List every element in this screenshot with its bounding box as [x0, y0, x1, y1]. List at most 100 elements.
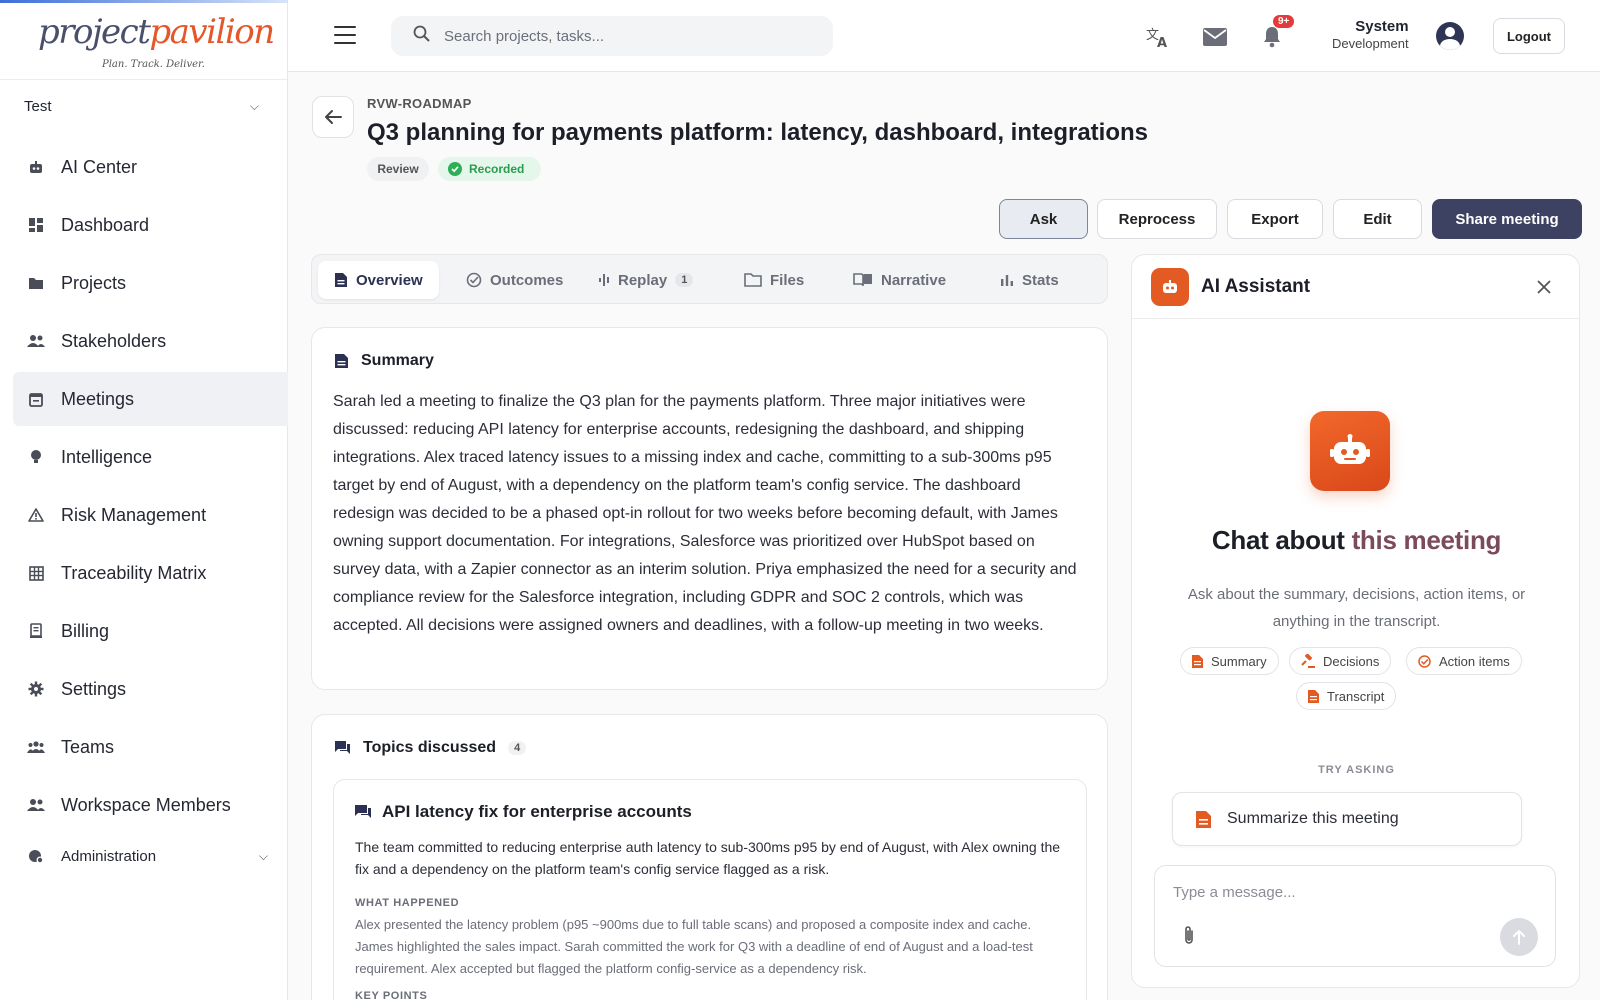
- svg-text:A: A: [1157, 36, 1167, 48]
- sidebar-item-label: Billing: [61, 620, 110, 641]
- admin-icon: [27, 847, 45, 865]
- arrow-left-icon: [325, 110, 342, 124]
- sidebar-item-label: Workspace Members: [61, 794, 231, 815]
- ai-assistant-panel: AI Assistant Chat about this meeting Ask…: [1131, 254, 1580, 988]
- calendar-icon: [27, 390, 45, 408]
- tab-replay[interactable]: Replay 1: [598, 261, 694, 299]
- book-icon: [853, 273, 873, 287]
- bell-icon[interactable]: 9+: [1259, 15, 1295, 50]
- topbar: 文A 9+ System Development Logout: [288, 0, 1600, 72]
- sidebar-item-label: Risk Management: [61, 504, 207, 525]
- sidebar-item-stakeholders[interactable]: Stakeholders: [13, 314, 288, 368]
- topic-title: API latency fix for enterprise accounts: [382, 802, 692, 821]
- summary-text: Sarah led a meeting to finalize the Q3 p…: [333, 393, 1077, 634]
- what-happened-text: Alex presented the latency problem (p95 …: [355, 917, 1033, 976]
- sidebar-item-label: Teams: [61, 736, 115, 757]
- key-points-label: KEY POINTS: [355, 990, 428, 1000]
- arrow-up-icon: [1513, 930, 1525, 945]
- topic-description: The team committed to reducing enterpris…: [355, 839, 1061, 877]
- ai-assistant-header: AI Assistant: [1132, 255, 1579, 319]
- team-icon: [27, 738, 45, 756]
- close-icon[interactable]: [1532, 275, 1556, 299]
- translate-icon[interactable]: 文A: [1145, 24, 1171, 50]
- search-input[interactable]: [444, 27, 804, 45]
- gavel-icon: [1301, 654, 1315, 668]
- sidebar-item-label: Projects: [61, 272, 127, 293]
- tab-overview[interactable]: Overview: [318, 261, 439, 299]
- sidebar-item-settings[interactable]: Settings: [13, 662, 288, 716]
- headline-highlight: this meeting: [1351, 525, 1502, 555]
- workspace-selector[interactable]: Test ⌵: [0, 80, 287, 132]
- menu-icon[interactable]: [334, 26, 356, 44]
- sidebar-item-workspace-members[interactable]: Workspace Members: [13, 778, 288, 832]
- receipt-icon: [27, 622, 45, 640]
- sidebar-item-risk-management[interactable]: Risk Management: [13, 488, 288, 542]
- meeting-type-badge: Review: [367, 157, 429, 181]
- send-button[interactable]: [1500, 918, 1538, 956]
- export-button[interactable]: Export: [1227, 199, 1323, 239]
- share-meeting-button[interactable]: Share meeting: [1432, 199, 1582, 239]
- sidebar-item-ai-center[interactable]: AI Center: [13, 140, 288, 194]
- sidebar-item-meetings[interactable]: Meetings: [13, 372, 288, 426]
- mail-icon[interactable]: [1202, 24, 1228, 50]
- sidebar: projectpavilion Plan. Track. Deliver. Te…: [0, 0, 420, 1000]
- summary-heading: Summary: [361, 352, 434, 369]
- topics-count-badge: 4: [508, 741, 527, 755]
- tab-label: Stats: [1022, 271, 1059, 289]
- workspace-name: Test: [24, 97, 52, 115]
- people-icon: [27, 332, 45, 350]
- paperclip-icon[interactable]: [1179, 924, 1199, 946]
- edit-button[interactable]: Edit: [1333, 199, 1422, 239]
- summary-card: Summary Sarah led a meeting to finalize …: [311, 327, 1108, 690]
- sidebar-item-dashboard[interactable]: Dashboard: [13, 198, 288, 252]
- back-button[interactable]: [312, 96, 354, 138]
- meeting-tabs: Overview Outcomes Replay 1 Files Narrati…: [311, 254, 1108, 304]
- tab-files[interactable]: Files: [744, 261, 804, 299]
- sidebar-item-billing[interactable]: Billing: [13, 604, 288, 658]
- lightbulb-icon: [27, 448, 45, 466]
- topic-item[interactable]: API latency fix for enterprise accounts …: [333, 779, 1087, 1000]
- summary-header: Summary: [334, 352, 434, 370]
- headline-prefix: Chat about: [1211, 525, 1352, 555]
- avatar[interactable]: [1436, 22, 1464, 50]
- ask-button[interactable]: Ask: [999, 199, 1088, 239]
- robot-icon: [1310, 411, 1390, 491]
- message-input[interactable]: [1173, 884, 1533, 912]
- chip-decisions[interactable]: Decisions: [1289, 647, 1392, 675]
- sidebar-item-teams[interactable]: Teams: [13, 720, 288, 774]
- chat-icon: [334, 740, 351, 756]
- check-circle-icon: [466, 272, 482, 288]
- logo-word-project: project: [38, 12, 151, 52]
- chip-action-items[interactable]: Action items: [1406, 647, 1522, 675]
- logo-word-pavilion: pavilion: [149, 12, 275, 52]
- topics-heading: Topics discussed: [363, 739, 497, 756]
- user-info[interactable]: System Development: [1332, 18, 1409, 52]
- sidebar-item-label: Dashboard: [61, 214, 150, 235]
- message-composer: [1154, 865, 1556, 967]
- sidebar-item-administration[interactable]: Administration ⌵: [13, 836, 288, 876]
- tab-outcomes[interactable]: Outcomes: [466, 261, 563, 299]
- chip-transcript[interactable]: Transcript: [1296, 682, 1397, 710]
- tab-narrative[interactable]: Narrative: [853, 261, 946, 299]
- chip-label: Summary: [1211, 653, 1267, 669]
- document-icon: [334, 272, 348, 288]
- sidebar-nav: AI Center Dashboard Projects Stakeholder…: [0, 140, 288, 876]
- meeting-code: RVW-ROADMAP: [367, 96, 472, 111]
- what-happened-label: WHAT HAPPENED: [355, 897, 460, 909]
- sidebar-item-projects[interactable]: Projects: [13, 256, 288, 310]
- sidebar-item-label: Intelligence: [61, 446, 153, 467]
- tab-stats[interactable]: Stats: [1000, 261, 1059, 299]
- sidebar-item-intelligence[interactable]: Intelligence: [13, 430, 288, 484]
- sidebar-item-traceability-matrix[interactable]: Traceability Matrix: [13, 546, 288, 600]
- suggestion-summarize[interactable]: Summarize this meeting: [1172, 792, 1522, 846]
- tab-label: Replay: [618, 271, 668, 289]
- check-circle-icon: [1418, 654, 1431, 668]
- reprocess-button[interactable]: Reprocess: [1097, 199, 1217, 239]
- logout-button[interactable]: Logout: [1493, 18, 1565, 54]
- chip-summary[interactable]: Summary: [1180, 647, 1279, 675]
- app-logo[interactable]: projectpavilion Plan. Track. Deliver.: [0, 0, 287, 80]
- chevron-down-icon: ⌵: [258, 848, 268, 863]
- document-icon: [1196, 810, 1211, 828]
- logo-tagline: Plan. Track. Deliver.: [102, 59, 205, 70]
- assistant-headline: Chat about this meeting: [1132, 525, 1581, 556]
